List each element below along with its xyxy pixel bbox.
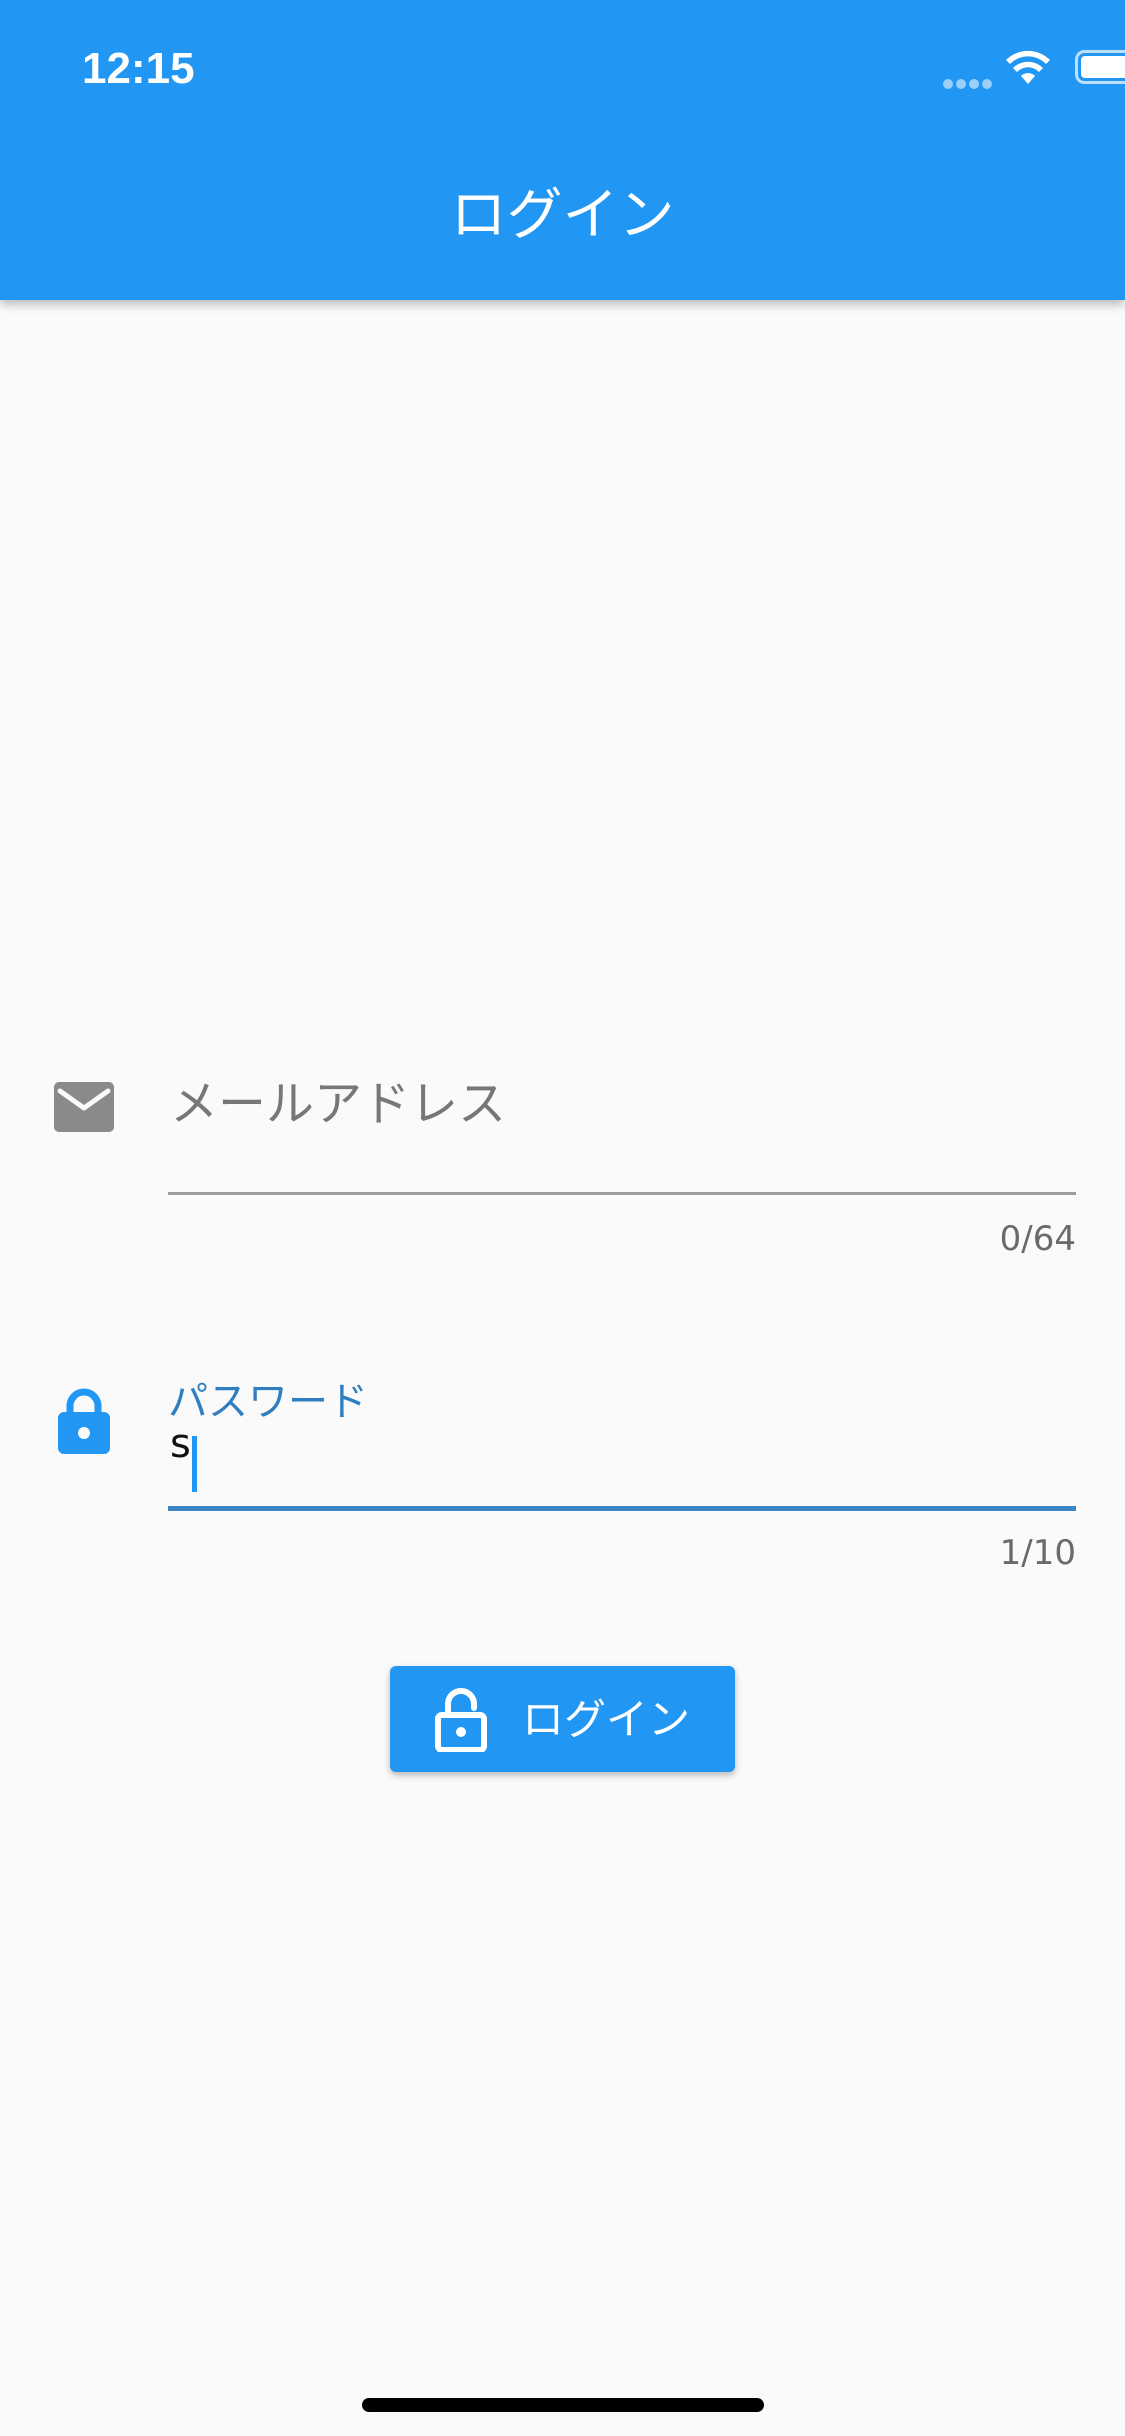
email-char-counter: 0/64	[999, 1219, 1076, 1259]
lock-icon	[58, 1388, 110, 1454]
login-button-label: ログイン	[522, 1695, 691, 1744]
mail-icon	[54, 1082, 114, 1132]
login-button[interactable]: ログイン	[390, 1666, 735, 1772]
app-bar: 12:15 ログイン	[0, 0, 1125, 300]
password-label: パスワード	[168, 1379, 368, 1425]
email-underline	[168, 1192, 1076, 1195]
email-placeholder: メールアドレス	[170, 1076, 507, 1132]
password-field[interactable]: パスワード s	[168, 1374, 1076, 1514]
wifi-icon	[1006, 50, 1050, 84]
battery-icon	[1075, 50, 1125, 84]
home-indicator[interactable]	[362, 2398, 764, 2412]
status-time: 12:15	[82, 44, 195, 93]
text-cursor	[192, 1436, 197, 1492]
password-underline	[168, 1506, 1076, 1511]
page-title: ログイン	[450, 183, 675, 248]
password-char-counter: 1/10	[999, 1533, 1076, 1573]
signal-dots-icon	[943, 74, 995, 89]
lock-open-icon	[435, 1688, 487, 1752]
email-field[interactable]: メールアドレス	[168, 1050, 1076, 1196]
password-input-value: s	[170, 1421, 191, 1467]
